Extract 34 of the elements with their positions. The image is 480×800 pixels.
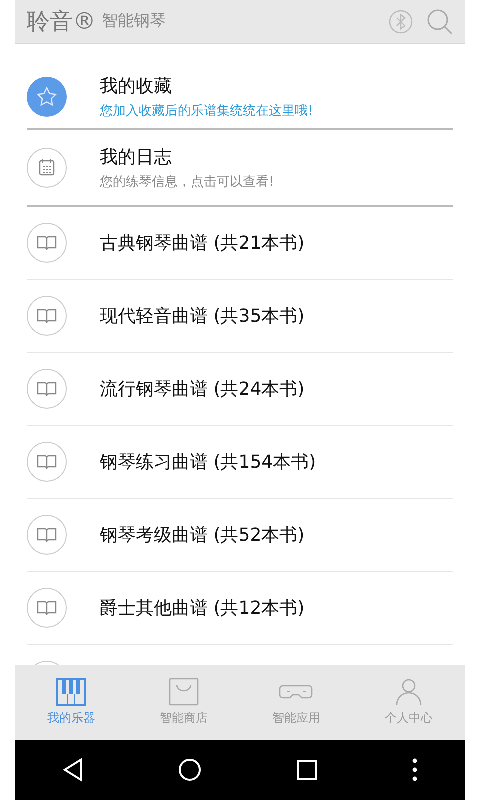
list-item[interactable]: 流行钢琴曲谱 (共24本书) <box>27 353 453 426</box>
list-item[interactable]: 我的收藏 您加入收藏后的乐谱集统统在这里哦! <box>27 66 453 130</box>
item-title: 现代轻音曲谱 (共35本书) <box>100 305 305 328</box>
list-item[interactable]: 钢琴考级曲谱 (共52本书) <box>27 499 453 572</box>
more-icon[interactable] <box>412 758 418 782</box>
list-item[interactable]: 古典钢琴曲谱 (共21本书) <box>27 207 453 280</box>
book-icon <box>27 223 67 263</box>
bag-icon <box>168 678 199 706</box>
book-icon <box>27 442 67 482</box>
book-icon <box>27 296 67 336</box>
item-title: 我的日志 <box>100 146 173 168</box>
book-icon <box>27 515 67 555</box>
item-title: 我的收藏 <box>100 75 173 98</box>
piano-keys-icon <box>56 678 86 706</box>
list-item[interactable]: 现代轻音曲谱 (共35本书) <box>27 280 453 353</box>
list-item[interactable]: 钢琴练习曲谱 (共154本书) <box>27 426 453 499</box>
app-logo: 聆音® <box>27 8 96 37</box>
book-icon <box>27 369 67 409</box>
book-icon <box>27 588 67 628</box>
item-title: 流行钢琴曲谱 (共24本书) <box>100 378 305 401</box>
item-title: 爵士其他曲谱 (共12本书) <box>100 597 305 620</box>
item-title: 钢琴考级曲谱 (共52本书) <box>100 524 305 547</box>
item-title: 钢琴练习曲谱 (共154本书) <box>100 451 316 474</box>
list-item[interactable]: 我的日志 您的练琴信息，点击可以查看! <box>27 130 453 207</box>
recents-icon[interactable] <box>296 759 318 781</box>
item-subtitle: 您加入收藏后的乐谱集统统在这里哦! <box>100 103 314 120</box>
calendar-icon <box>27 148 67 188</box>
home-icon[interactable] <box>178 758 202 782</box>
item-title: 古典钢琴曲谱 (共21本书) <box>100 232 305 255</box>
item-subtitle: 您的练琴信息，点击可以查看! <box>100 174 274 190</box>
app-subtitle: 智能钢琴 <box>102 11 167 32</box>
person-icon <box>394 678 424 706</box>
list-item[interactable]: 爵士其他曲谱 (共12本书) <box>27 572 453 645</box>
back-icon[interactable] <box>62 758 84 782</box>
